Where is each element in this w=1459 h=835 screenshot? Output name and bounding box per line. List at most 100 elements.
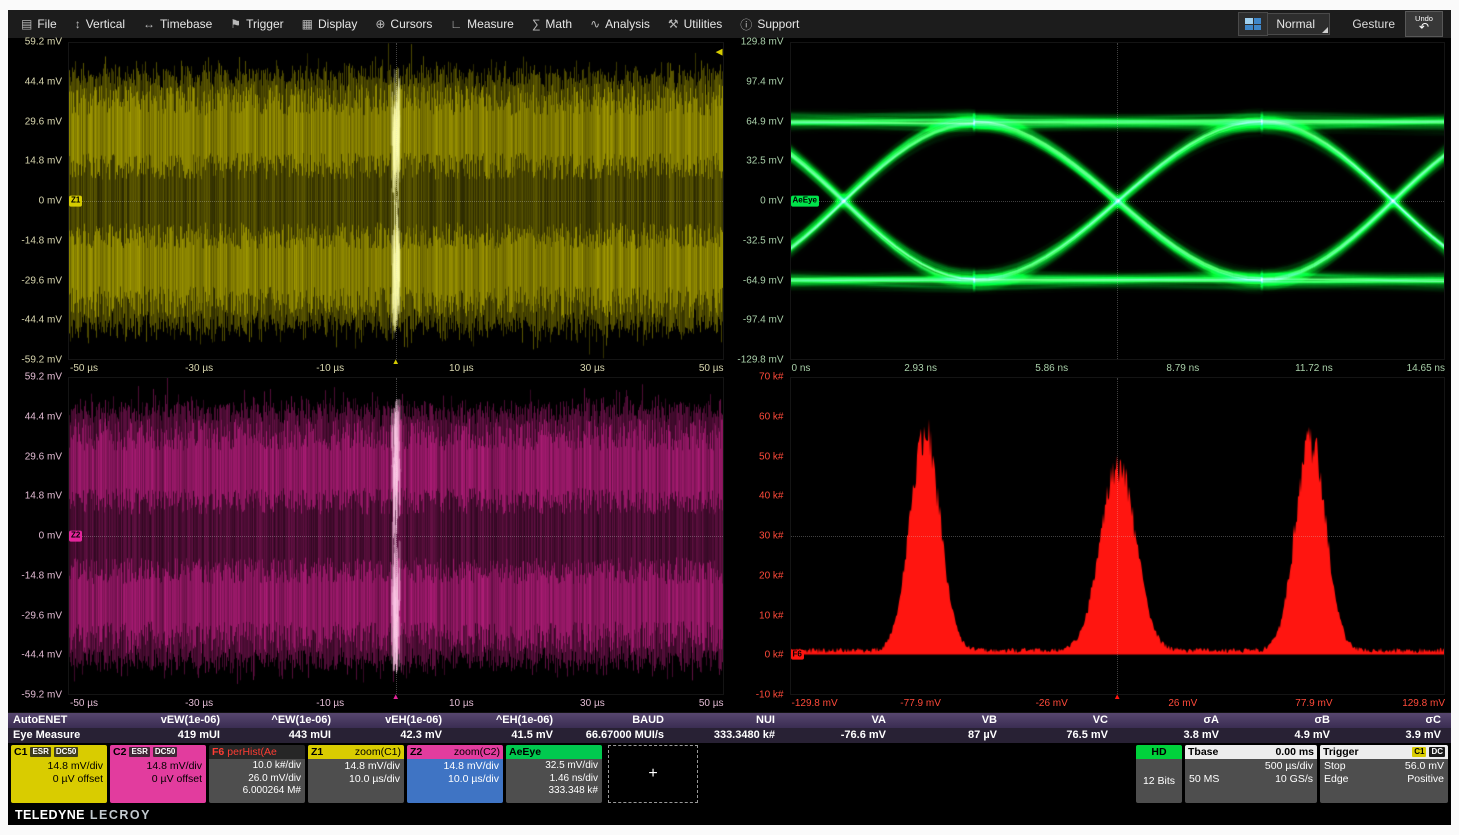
undo-button[interactable]: Undo ↶ <box>1405 11 1443 37</box>
trigger-time-marker[interactable]: ▲ <box>392 692 400 701</box>
z2-function: zoom(C2) <box>454 746 500 759</box>
trigger-time-marker[interactable]: ▲ <box>392 357 400 366</box>
y-tick-label: 60 k# <box>759 411 783 422</box>
menu-item-analysis[interactable]: ∿Analysis <box>581 10 659 38</box>
support-icon: ⓘ <box>740 16 752 33</box>
add-trace-button[interactable]: + <box>608 745 698 803</box>
display-mode-label: Normal <box>1276 17 1315 31</box>
y-tick-label: 0 mV <box>39 531 62 542</box>
cursors-icon: ⊕ <box>375 17 385 31</box>
y-tick-label: 0 mV <box>39 196 62 207</box>
x-tick-label: -30 µs <box>185 363 213 374</box>
right-descriptor-cluster: HD 12 Bits Tbase 0.00 ms 500 µs/div 50 M… <box>1136 745 1448 803</box>
f6-histogram-area[interactable]: F6 <box>790 377 1446 695</box>
y-tick-label: 50 k# <box>759 451 783 462</box>
undo-icon: ↶ <box>1419 21 1429 33</box>
measure-value: 419 mUI <box>119 728 230 743</box>
x-tick-label: -50 µs <box>70 363 98 374</box>
panel-z2: 59.2 mV44.4 mV29.6 mV14.8 mV0 mV-14.8 mV… <box>10 377 724 712</box>
display-mode-button[interactable]: Normal <box>1268 13 1330 35</box>
y-tick-label: -44.4 mV <box>21 650 62 661</box>
x-tick-label: -10 µs <box>316 363 344 374</box>
zero-level-tag[interactable]: Z1 <box>69 196 82 207</box>
z2-waveform-area[interactable]: Z2 <box>68 377 724 695</box>
descriptor-z1[interactable]: Z1 zoom(C1) 14.8 mV/div 10.0 µs/div <box>308 745 404 803</box>
trigger-time-marker[interactable]: ▲ <box>1113 692 1121 701</box>
menu-item-vertical[interactable]: ↕Vertical <box>66 10 134 38</box>
x-tick-label: 0 ns <box>792 363 811 374</box>
x-tick-label: 11.72 ns <box>1295 363 1333 374</box>
y-tick-label: 29.6 mV <box>25 116 62 127</box>
c2-offset: 0 µV offset <box>114 773 202 786</box>
y-tick-label: -59.2 mV <box>21 690 62 701</box>
x-tick-label: -129.8 mV <box>792 698 838 709</box>
descriptor-hd[interactable]: HD 12 Bits <box>1136 745 1182 803</box>
menu-item-timebase[interactable]: ↔Timebase <box>134 10 221 38</box>
x-tick-label: 30 µs <box>580 363 605 374</box>
menu-item-display[interactable]: ▦Display <box>293 10 367 38</box>
descriptor-c2[interactable]: C2 ESR DC50 14.8 mV/div 0 µV offset <box>110 745 206 803</box>
f6-population: 6.000264 M# <box>213 785 301 798</box>
y-tick-label: -59.2 mV <box>21 355 62 366</box>
y-tick-label: -129.8 mV <box>737 355 783 366</box>
panel-f6-histogram: 70 k#60 k#50 k#40 k#30 k#20 k#10 k#0 k#-… <box>732 377 1446 712</box>
menu-item-file[interactable]: ▤File <box>12 10 66 38</box>
zero-level-tag[interactable]: F6 <box>791 649 804 660</box>
trigger-icon: ⚑ <box>230 17 241 31</box>
measure-column-header: VB <box>896 713 1007 728</box>
zero-level-tag[interactable]: Z2 <box>69 531 82 542</box>
y-tick-label: -29.6 mV <box>21 275 62 286</box>
y-tick-label: 59.2 mV <box>25 372 62 383</box>
center-gridline-horizontal <box>791 536 1445 537</box>
menu-items: ▤File↕Vertical↔Timebase⚑Trigger▦Display⊕… <box>12 10 808 38</box>
measure-column-header: ^EH(1e-06) <box>452 713 563 728</box>
z1-horizontal-scale: 10.0 µs/div <box>312 773 400 786</box>
f6-x-axis-labels: -129.8 mV-77.9 mV-26 mV26 mV77.9 mV129.8… <box>790 695 1446 712</box>
descriptor-timebase[interactable]: Tbase 0.00 ms 500 µs/div 50 MS 10 GS/s <box>1185 745 1317 803</box>
x-tick-label: -26 mV <box>1036 698 1068 709</box>
descriptor-trigger[interactable]: Trigger C1 DC Stop 56.0 mV Edge Positive <box>1320 745 1448 803</box>
measure-column-header: vEW(1e-06) <box>119 713 230 728</box>
x-tick-label: 129.8 mV <box>1402 698 1445 709</box>
aeeye-horizontal-scale: 1.46 ns/div <box>510 773 598 786</box>
menu-item-trigger[interactable]: ⚑Trigger <box>221 10 292 38</box>
measure-value: 333.3480 k# <box>674 728 785 743</box>
x-tick-label: 10 µs <box>449 363 474 374</box>
hd-bits: 12 Bits <box>1143 775 1175 788</box>
trigger-mode: Stop <box>1324 760 1346 773</box>
z1-function: zoom(C1) <box>355 746 401 759</box>
measure-column-header: VC <box>1007 713 1118 728</box>
x-tick-label: 77.9 mV <box>1295 698 1332 709</box>
measure-value: 41.5 mV <box>452 728 563 743</box>
y-tick-label: -64.9 mV <box>743 275 784 286</box>
f6-function: perHist(Ae <box>227 746 277 759</box>
y-tick-label: -97.4 mV <box>743 315 784 326</box>
aeeye-x-axis-labels: 0 ns2.93 ns5.86 ns8.79 ns11.72 ns14.65 n… <box>790 360 1446 377</box>
z1-waveform-area[interactable]: Z1 ◀ <box>68 42 724 360</box>
descriptor-z2[interactable]: Z2 zoom(C2) 14.8 mV/div 10.0 µs/div <box>407 745 503 803</box>
grid-display-button[interactable] <box>1238 12 1268 36</box>
c1-label: C1 <box>14 746 27 759</box>
descriptor-aeeye[interactable]: AeEye 32.5 mV/div 1.46 ns/div 333.348 k# <box>506 745 602 803</box>
descriptor-f6[interactable]: F6 perHist(Ae 10.0 k#/div 26.0 mV/div 6.… <box>209 745 305 803</box>
menu-item-utilities[interactable]: ⚒Utilities <box>659 10 731 38</box>
vertical-icon: ↕ <box>75 17 81 31</box>
y-tick-label: 44.4 mV <box>25 76 62 87</box>
trigger-level-value: 56.0 mV <box>1405 760 1444 773</box>
z1-label: Z1 <box>311 746 323 759</box>
aeeye-waveform-area[interactable]: AeEye <box>790 42 1446 360</box>
logo-bar: TELEDYNE LECROY <box>8 805 1451 825</box>
add-trace-plus-icon: + <box>648 765 657 783</box>
tbase-delay: 0.00 ms <box>1275 746 1314 759</box>
trigger-level-marker[interactable]: ◀ <box>716 47 723 58</box>
f6-vertical-scale: 10.0 k#/div <box>213 760 301 773</box>
menu-item-cursors[interactable]: ⊕Cursors <box>366 10 441 38</box>
menu-item-measure[interactable]: ∟Measure <box>441 10 522 38</box>
y-tick-label: -10 k# <box>756 690 784 701</box>
descriptor-c1[interactable]: C1 ESR DC50 14.8 mV/div 0 µV offset <box>11 745 107 803</box>
measure-row-label: Eye Measure <box>8 728 119 743</box>
zero-level-tag[interactable]: AeEye <box>791 196 819 207</box>
menu-item-math[interactable]: ∑Math <box>523 10 581 38</box>
trigger-source-badge: C1 <box>1412 747 1426 757</box>
menu-item-support[interactable]: ⓘSupport <box>731 10 808 38</box>
